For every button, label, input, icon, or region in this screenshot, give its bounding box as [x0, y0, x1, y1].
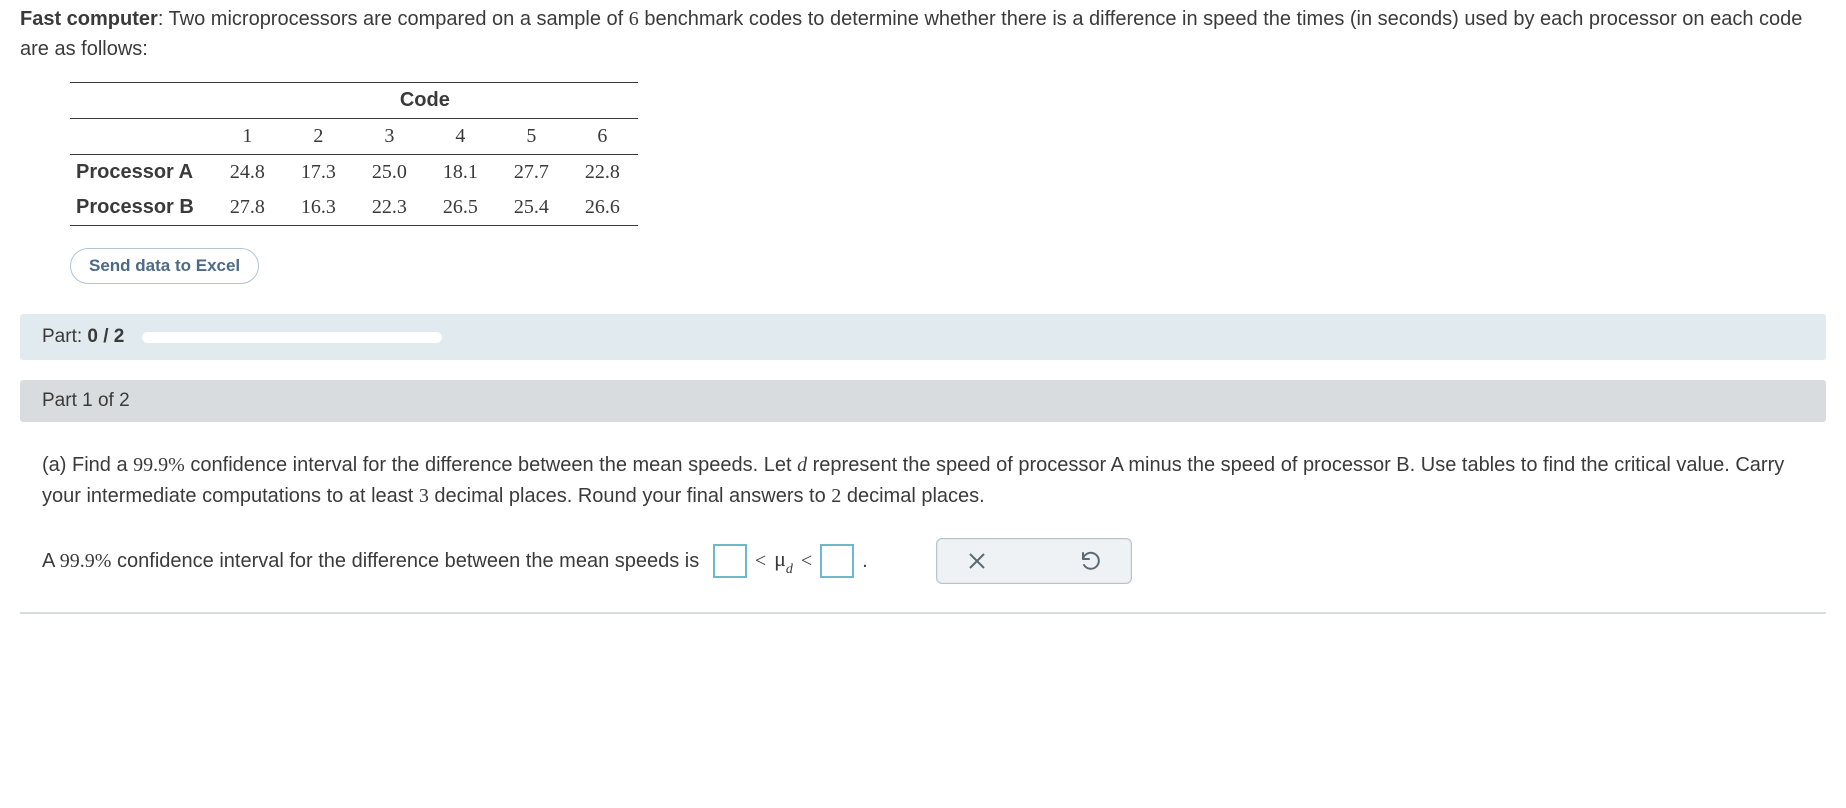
col-5: 5 — [496, 119, 567, 155]
progress-track — [142, 332, 442, 343]
period: . — [862, 550, 868, 573]
progress-bar: Part: 0 / 2 — [20, 314, 1826, 360]
cell: 26.5 — [425, 190, 496, 226]
col-3: 3 — [354, 119, 425, 155]
cell: 17.3 — [283, 155, 354, 191]
lt-1: < — [755, 550, 766, 573]
divider — [20, 612, 1826, 614]
row-b-label: Processor B — [70, 190, 212, 226]
intro-bold: Fast computer — [20, 8, 158, 30]
col-4: 4 — [425, 119, 496, 155]
intro-n: 6 — [629, 8, 639, 30]
row-a-label: Processor A — [70, 155, 212, 191]
cell: 25.4 — [496, 190, 567, 226]
answer-row: A 99.9% confidence interval for the diff… — [42, 538, 1804, 584]
cell: 22.8 — [567, 155, 638, 191]
table-row: Processor A 24.8 17.3 25.0 18.1 27.7 22.… — [70, 155, 638, 191]
table-blank — [70, 119, 212, 155]
cell: 18.1 — [425, 155, 496, 191]
send-to-excel-button[interactable]: Send data to Excel — [70, 248, 259, 284]
answer-t1: A 99.9% confidence interval for the diff… — [42, 550, 705, 573]
progress-label: Part: 0 / 2 — [42, 326, 124, 348]
upper-bound-input[interactable] — [820, 544, 854, 578]
part-header: Part 1 of 2 — [20, 380, 1826, 422]
question-text: (a) Find a 99.9% confidence interval for… — [42, 450, 1804, 512]
table-row: Processor B 27.8 16.3 22.3 26.5 25.4 26.… — [70, 190, 638, 226]
cell: 22.3 — [354, 190, 425, 226]
lt-2: < — [801, 550, 812, 573]
table-corner — [70, 83, 212, 119]
intro-t1: : Two microprocessors are compared on a … — [158, 8, 629, 30]
undo-icon[interactable] — [1079, 549, 1103, 573]
cell: 16.3 — [283, 190, 354, 226]
col-1: 1 — [212, 119, 283, 155]
problem-intro: Fast computer: Two microprocessors are c… — [20, 4, 1826, 64]
cell: 26.6 — [567, 190, 638, 226]
cell: 25.0 — [354, 155, 425, 191]
cell: 27.7 — [496, 155, 567, 191]
col-2: 2 — [283, 119, 354, 155]
mu-d-symbol: μd — [774, 546, 793, 576]
table-header: Code — [212, 83, 638, 119]
cell: 27.8 — [212, 190, 283, 226]
lower-bound-input[interactable] — [713, 544, 747, 578]
cell: 24.8 — [212, 155, 283, 191]
close-icon[interactable] — [965, 549, 989, 573]
action-box — [936, 538, 1132, 584]
col-6: 6 — [567, 119, 638, 155]
data-table: Code 1 2 3 4 5 6 Processor A 24.8 17.3 2… — [70, 82, 638, 226]
